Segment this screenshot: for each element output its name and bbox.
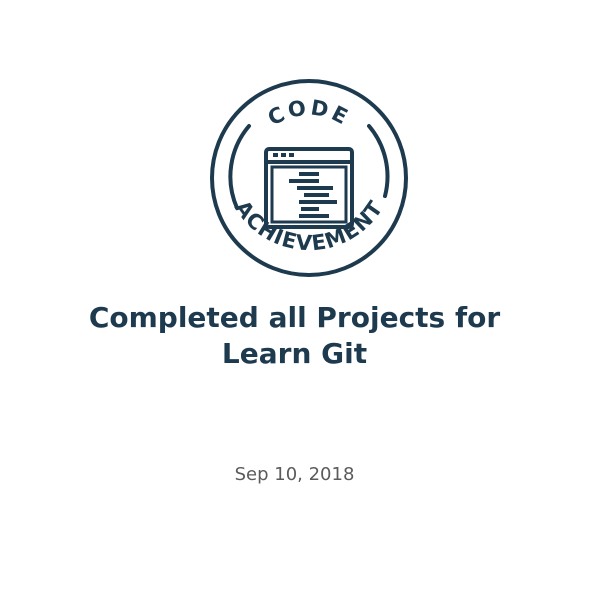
badge-inner-arc-left xyxy=(228,124,251,210)
achievement-title-line-2: Learn Git xyxy=(221,337,368,370)
badge-inner-arc-right xyxy=(367,124,390,198)
code-window-icon xyxy=(264,147,354,229)
achievement-date: Sep 10, 2018 xyxy=(234,464,355,485)
code-achievement-badge-icon: CODE ACHIEVEMENT xyxy=(210,79,408,277)
achievement-title-line-1: Completed all Projects for xyxy=(88,301,501,334)
achievement-title: Completed all Projects for Learn Git xyxy=(0,300,589,372)
achievement-page: CODE ACHIEVEMENT Completed all Projects … xyxy=(0,0,589,602)
badge-top-text: CODE xyxy=(264,95,354,130)
